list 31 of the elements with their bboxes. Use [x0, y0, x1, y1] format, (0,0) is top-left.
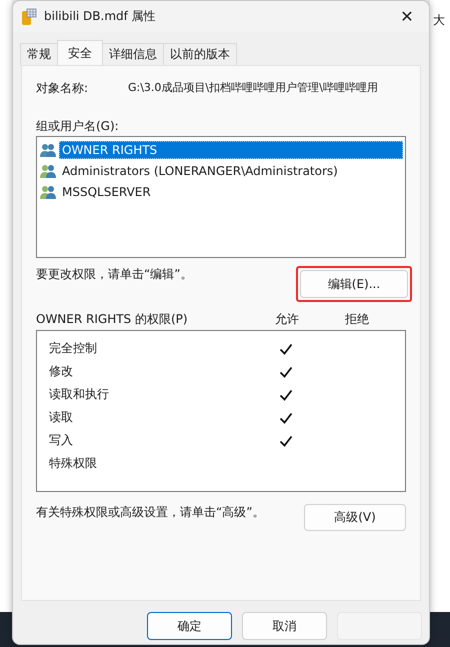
tab[interactable]: 以前的版本	[163, 43, 237, 65]
group-list-item[interactable]: OWNER RIGHTS	[59, 140, 403, 158]
users-icon	[39, 162, 57, 178]
background-text: 大	[433, 13, 445, 27]
tab[interactable]: 安全	[57, 40, 103, 65]
users-icon	[39, 184, 57, 200]
group-list-item[interactable]: MSSQLSERVER	[59, 182, 154, 200]
object-name-label: 对象名称:	[36, 80, 90, 97]
advanced-button[interactable]: 高级(V)	[304, 504, 406, 531]
permission-name: 修改	[49, 363, 74, 380]
permission-name: 写入	[49, 432, 74, 449]
permission-name: 读取和执行	[49, 386, 110, 403]
permissions-label: OWNER RIGHTS 的权限(P)	[36, 310, 189, 328]
object-name-value: G:\3.0成品项目\扣档哔哩哔哩用户管理\哔哩哔哩用	[128, 80, 378, 96]
permission-name: 读取	[49, 409, 74, 426]
dialog-button[interactable]: 取消	[242, 612, 327, 640]
window-title: bilibili DB.mdf 属性	[44, 8, 157, 25]
edit-hint: 要更改权限，请单击“编辑”。	[36, 266, 192, 283]
database-file-icon	[21, 8, 37, 26]
edit-button[interactable]: 编辑(E)...	[300, 270, 408, 298]
groups-label: 组或用户名(G):	[36, 118, 120, 135]
users-icon	[39, 142, 57, 158]
tab[interactable]: 常规	[20, 43, 58, 65]
permission-name: 完全控制	[49, 340, 98, 357]
advanced-hint: 有关特殊权限或高级设置，请单击“高级”。	[36, 504, 264, 521]
close-button[interactable]: ✕	[385, 1, 429, 32]
dialog-button[interactable]: 确定	[147, 612, 232, 640]
deny-header: 拒绝	[344, 310, 370, 328]
allow-header: 允许	[274, 310, 300, 328]
group-list-item[interactable]: Administrators (LONERANGER\Administrators)	[59, 162, 341, 180]
permission-name: 特殊权限	[49, 455, 98, 472]
